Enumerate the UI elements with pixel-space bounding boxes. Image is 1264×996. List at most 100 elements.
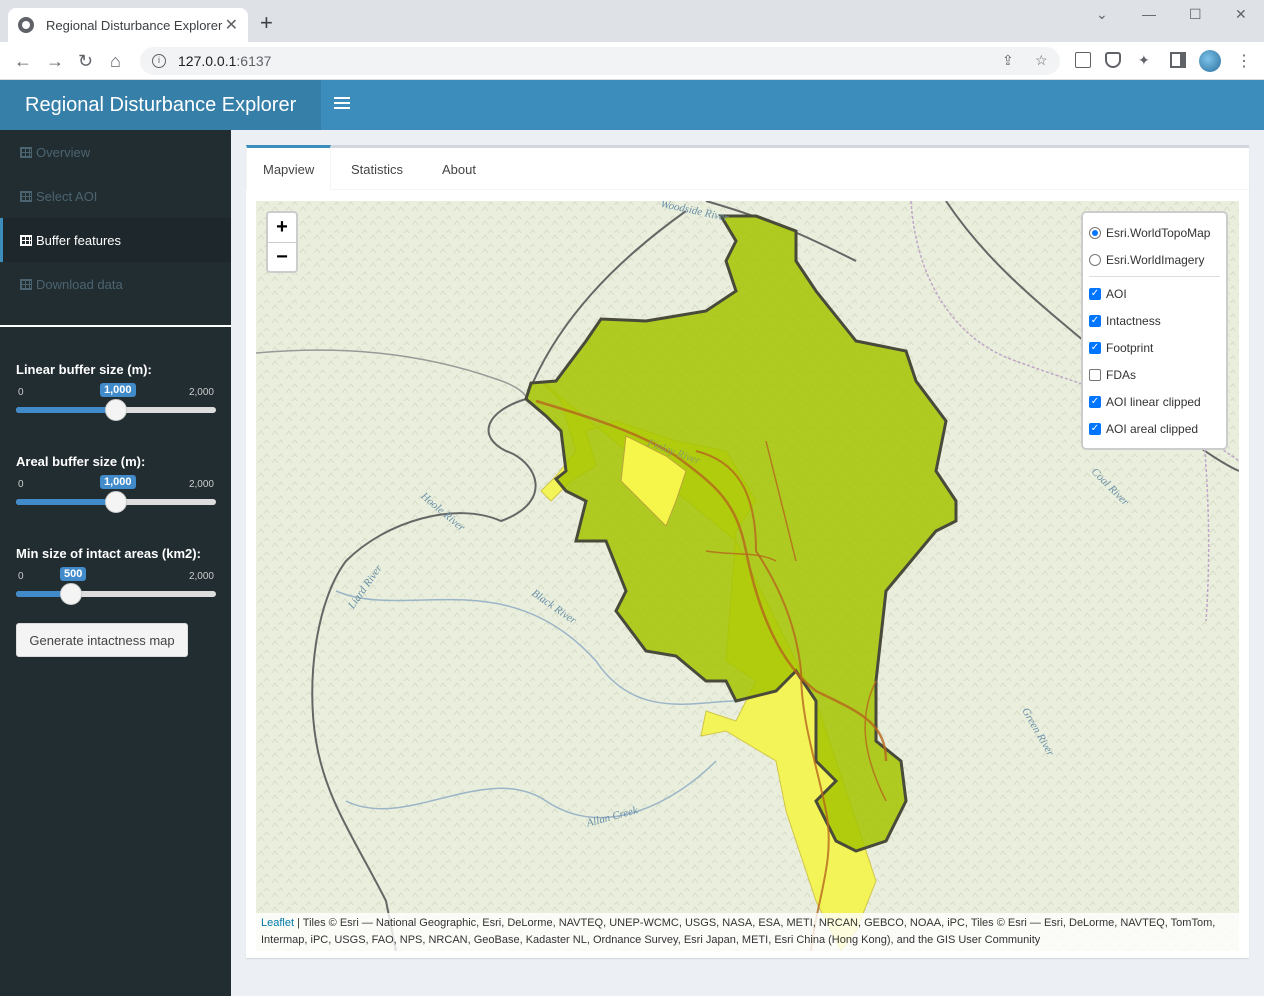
layer-label: Intactness [1106, 313, 1161, 328]
close-window-button[interactable]: ✕ [1235, 6, 1247, 23]
sidebar-divider [0, 325, 231, 327]
slider-track[interactable] [16, 399, 216, 421]
slider-max: 2,000 [188, 571, 214, 582]
overlay-intactness[interactable]: ✓ Intactness [1089, 307, 1220, 334]
back-icon[interactable]: ← [14, 51, 32, 71]
minimize-button[interactable]: — [1142, 6, 1156, 22]
areal-buffer-slider: Areal buffer size (m): 0 1,000 2,000 [16, 454, 216, 513]
sidebar-item-buffer-features[interactable]: Buffer features [0, 218, 231, 262]
url-field[interactable]: i 127.0.0.1:6137 [140, 47, 1060, 75]
slider-fill [16, 499, 116, 505]
slider-min: 0 [18, 571, 24, 582]
checkbox[interactable]: ✓ [1089, 395, 1101, 408]
sidebar: Overview Select AOI Buffer features Down… [0, 130, 231, 996]
bookmark-star-icon[interactable]: ☆ [1035, 52, 1048, 69]
table-icon [20, 278, 32, 290]
checkbox[interactable]: ✓ [1089, 341, 1101, 354]
zoom-control: + − [266, 211, 298, 273]
slider-max: 2,000 [188, 387, 214, 398]
leaflet-link[interactable]: Leaflet [261, 917, 294, 929]
sidebar-item-select-aoi[interactable]: Select AOI [0, 174, 231, 218]
slider-value: 1,000 [100, 475, 136, 489]
checkbox[interactable]: ✓ [1089, 287, 1101, 300]
sidebar-item-overview[interactable]: Overview [0, 130, 231, 174]
slider-min: 0 [18, 479, 24, 490]
layers-divider [1089, 276, 1220, 277]
overlay-fdas[interactable]: FDAs [1089, 361, 1220, 388]
reload-icon[interactable]: ↻ [78, 51, 93, 71]
new-tab-button[interactable]: + [260, 12, 273, 34]
overlay-aoi-areal-clipped[interactable]: ✓ AOI areal clipped [1089, 415, 1220, 442]
slider-handle[interactable] [105, 491, 127, 513]
url-port: :6137 [236, 53, 272, 69]
layer-label: Esri.WorldTopoMap [1106, 225, 1211, 240]
base-layer-imagery[interactable]: Esri.WorldImagery [1089, 246, 1220, 273]
address-bar: ← → ↻ ⌂ i 127.0.0.1:6137 ⇪ ☆ ✦ ⋮ [0, 42, 1264, 80]
sidebar-item-download-data[interactable]: Download data [0, 262, 231, 306]
sidebar-item-label: Select AOI [36, 188, 98, 204]
share-icon[interactable]: ⇪ [1002, 52, 1014, 69]
home-icon[interactable]: ⌂ [110, 51, 121, 71]
checkbox[interactable]: ✓ [1089, 314, 1101, 327]
slider-min: 0 [18, 387, 24, 398]
layer-label: AOI areal clipped [1106, 421, 1199, 436]
globe-icon [18, 17, 34, 33]
shield-extension-icon[interactable] [1105, 52, 1121, 68]
slider-value: 1,000 [100, 383, 136, 397]
document-extension-icon[interactable] [1075, 52, 1091, 68]
tab-mapview[interactable]: Mapview [246, 145, 332, 190]
radio-button[interactable] [1089, 253, 1101, 266]
app-title: Regional Disturbance Explorer [0, 80, 321, 130]
app-header: Regional Disturbance Explorer [0, 80, 1264, 130]
tab-statistics[interactable]: Statistics [335, 148, 419, 190]
layer-label: Esri.WorldImagery [1106, 252, 1205, 267]
slider-handle[interactable] [60, 583, 82, 605]
slider-track[interactable] [16, 583, 216, 605]
slider-fill [16, 407, 116, 413]
tab-about[interactable]: About [426, 148, 492, 190]
browser-menu-icon[interactable]: ⋮ [1236, 51, 1252, 71]
profile-avatar[interactable] [1199, 50, 1221, 72]
zoom-in-button[interactable]: + [268, 213, 296, 242]
slider-label: Min size of intact areas (km2): [16, 546, 201, 561]
generate-intactness-button[interactable]: Generate intactness map [16, 623, 188, 657]
site-info-icon[interactable]: i [152, 54, 166, 68]
sidebar-item-label: Overview [36, 144, 91, 160]
tab-search-icon[interactable]: ⌄ [1096, 6, 1108, 23]
side-panel-icon[interactable] [1170, 52, 1186, 68]
url-host: 127.0.0.1 [178, 53, 237, 69]
browser-tab[interactable]: Regional Disturbance Explorer ✕ [8, 8, 248, 42]
slider-label: Linear buffer size (m): [16, 362, 152, 377]
close-tab-icon[interactable]: ✕ [225, 15, 238, 35]
layer-label: FDAs [1106, 367, 1136, 382]
map-attribution: Leaflet | Tiles © Esri — National Geogra… [256, 913, 1239, 951]
slider-handle[interactable] [105, 399, 127, 421]
attribution-text: | Tiles © Esri — National Geographic, Es… [261, 917, 1216, 946]
checkbox[interactable] [1089, 368, 1101, 381]
layer-label: AOI linear clipped [1106, 394, 1201, 409]
extensions-puzzle-icon[interactable]: ✦ [1138, 52, 1150, 69]
layer-label: AOI [1106, 286, 1127, 301]
sidebar-item-label: Buffer features [36, 232, 122, 248]
slider-track[interactable] [16, 491, 216, 513]
radio-button[interactable] [1089, 226, 1101, 239]
slider-value: 500 [60, 567, 87, 581]
leaflet-map[interactable]: Woodside River Hoole River Liard River B… [256, 201, 1239, 951]
maximize-button[interactable]: ☐ [1189, 6, 1202, 23]
table-icon [20, 234, 32, 246]
min-intact-area-slider: Min size of intact areas (km2): 0 500 2,… [16, 546, 216, 605]
sidebar-toggle-icon[interactable] [334, 94, 350, 114]
linear-buffer-slider: Linear buffer size (m): 0 1,000 2,000 [16, 362, 216, 421]
table-icon [20, 146, 32, 158]
overlay-aoi-linear-clipped[interactable]: ✓ AOI linear clipped [1089, 388, 1220, 415]
base-layer-topomap[interactable]: Esri.WorldTopoMap [1089, 219, 1220, 246]
overlay-footprint[interactable]: ✓ Footprint [1089, 334, 1220, 361]
overlay-aoi[interactable]: ✓ AOI [1089, 280, 1220, 307]
zoom-out-button[interactable]: − [268, 242, 296, 271]
checkbox[interactable]: ✓ [1089, 422, 1101, 435]
layers-control: Esri.WorldTopoMap Esri.WorldImagery ✓ AO… [1081, 211, 1228, 450]
slider-max: 2,000 [188, 479, 214, 490]
forward-icon[interactable]: → [46, 51, 64, 71]
table-icon [20, 190, 32, 202]
tab-box: Mapview Statistics About Woodside River … [246, 145, 1249, 958]
